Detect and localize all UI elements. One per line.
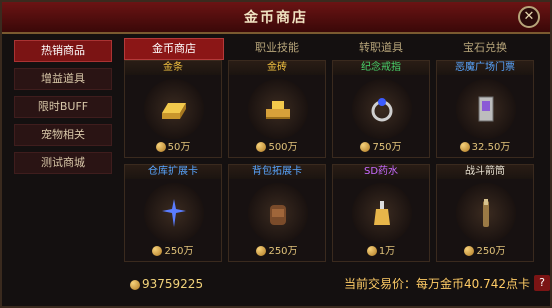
coin-icon <box>155 142 166 152</box>
item-price: 500万 <box>229 138 325 153</box>
coin-icon <box>360 142 371 152</box>
item-card[interactable]: 仓库扩展卡 250万 <box>124 164 222 262</box>
quiver-icon <box>468 195 504 231</box>
tab-class-items[interactable]: 转职道具 <box>332 38 430 58</box>
sidebar-item-limited-buff[interactable]: 限时BUFF <box>14 96 112 118</box>
item-card[interactable]: 战斗箭筒 250万 <box>436 164 534 262</box>
coin-icon <box>464 246 475 256</box>
help-button[interactable]: ? <box>534 275 550 291</box>
warehouse-card-icon <box>156 195 192 231</box>
item-card[interactable]: 背包拓展卡 250万 <box>228 164 326 262</box>
gold-bar-icon <box>156 91 192 127</box>
footer-bar: 93759225 当前交易价：每万金币40.742点卡 ? <box>124 274 550 294</box>
shop-window: 金币商店 ✕ 热销商品 增益道具 限时BUFF 宠物相关 测试商城 金币商店 职… <box>0 0 552 308</box>
item-grid: 金条 50万 金砖 500万 纪念戒指 750万 恶魔广场门票 32.50万 仓… <box>124 60 544 270</box>
item-name: 战斗箭筒 <box>437 165 533 179</box>
item-name: 背包拓展卡 <box>229 165 325 179</box>
item-price: 32.50万 <box>437 138 533 153</box>
item-card[interactable]: 恶魔广场门票 32.50万 <box>436 60 534 158</box>
item-card[interactable]: 金条 50万 <box>124 60 222 158</box>
item-price: 50万 <box>125 138 221 153</box>
item-price: 1万 <box>333 242 429 257</box>
item-price: 250万 <box>229 242 325 257</box>
coin-icon <box>152 246 163 256</box>
item-name: SD药水 <box>333 165 429 179</box>
ring-icon <box>364 91 400 127</box>
window-title: 金币商店 <box>244 10 308 26</box>
item-price: 750万 <box>333 138 429 153</box>
close-icon: ✕ <box>523 9 535 24</box>
help-icon: ? <box>539 276 545 289</box>
item-card[interactable]: 金砖 500万 <box>228 60 326 158</box>
sidebar-item-pet[interactable]: 宠物相关 <box>14 124 112 146</box>
title-bar: 金币商店 ✕ <box>2 2 550 34</box>
item-card[interactable]: 纪念戒指 750万 <box>332 60 430 158</box>
balance: 93759225 <box>130 274 203 294</box>
item-name: 金砖 <box>229 61 325 75</box>
gold-bricks-icon <box>260 91 296 127</box>
sidebar-item-test-shop[interactable]: 测试商城 <box>14 152 112 174</box>
coin-icon <box>256 246 267 256</box>
item-price: 250万 <box>125 242 221 257</box>
sidebar-item-boost[interactable]: 增益道具 <box>14 68 112 90</box>
sidebar-item-hot[interactable]: 热销商品 <box>14 40 112 62</box>
coin-icon <box>459 142 470 152</box>
item-card[interactable]: SD药水 1万 <box>332 164 430 262</box>
exchange-rate: 当前交易价：每万金币40.742点卡 <box>344 277 530 291</box>
backpack-icon <box>260 195 296 231</box>
ticket-icon <box>468 91 504 127</box>
item-price: 250万 <box>437 242 533 257</box>
item-name: 仓库扩展卡 <box>125 165 221 179</box>
potion-icon <box>364 195 400 231</box>
tab-gem-exchange[interactable]: 宝石兑换 <box>436 38 534 58</box>
sidebar: 热销商品 增益道具 限时BUFF 宠物相关 测试商城 <box>14 40 114 180</box>
coin-icon <box>130 279 140 290</box>
tab-gold-shop[interactable]: 金币商店 <box>124 38 224 60</box>
item-name: 金条 <box>125 61 221 75</box>
tab-class-skills[interactable]: 职业技能 <box>228 38 326 58</box>
tab-bar: 金币商店 职业技能 转职道具 宝石兑换 <box>124 38 542 60</box>
close-button[interactable]: ✕ <box>518 6 540 28</box>
item-name: 纪念戒指 <box>333 61 429 75</box>
coin-icon <box>366 246 377 256</box>
coin-icon <box>256 142 267 152</box>
item-name: 恶魔广场门票 <box>437 61 533 75</box>
